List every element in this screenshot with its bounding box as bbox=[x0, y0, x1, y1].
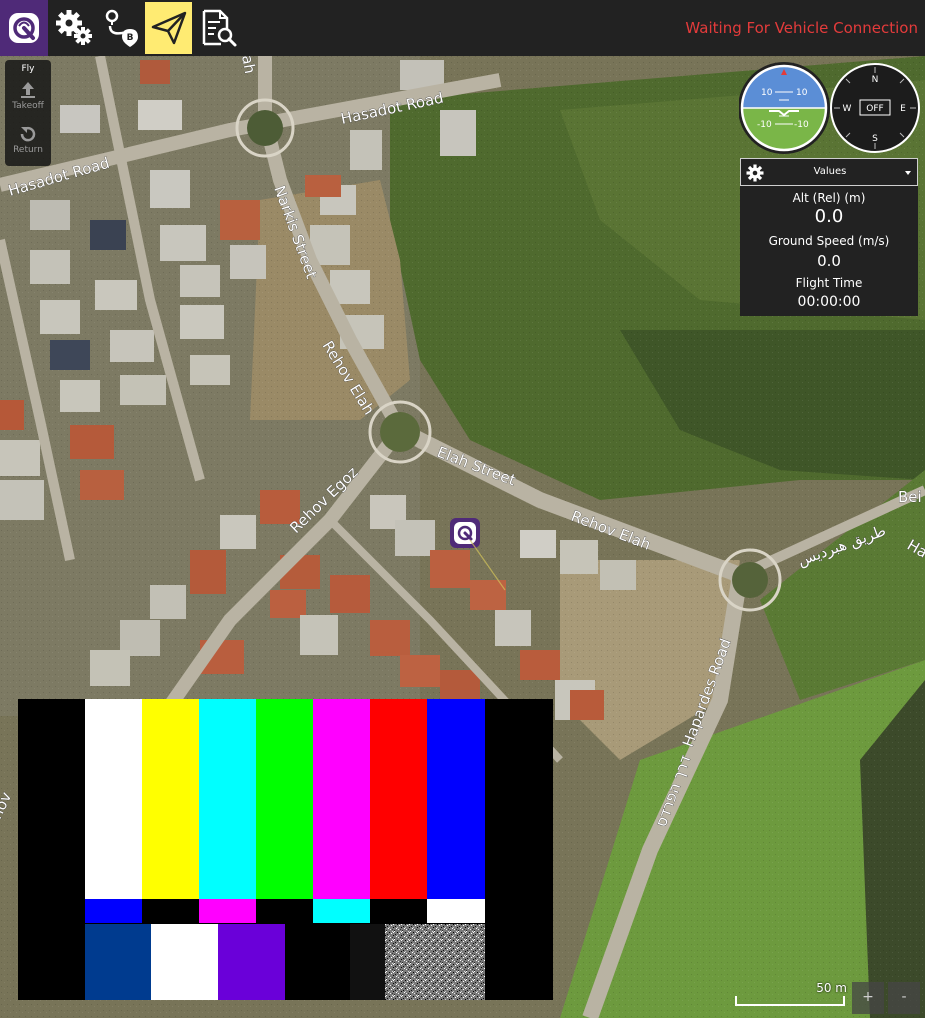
svg-text:B: B bbox=[127, 33, 134, 43]
compass-west: W bbox=[843, 104, 852, 114]
map-scale: 50 m bbox=[735, 980, 847, 1012]
chevron-down-icon[interactable] bbox=[905, 171, 911, 175]
main-toolbar: B Waiting For Vehicle Connection bbox=[0, 0, 925, 56]
return-button[interactable]: Return bbox=[5, 124, 51, 155]
heading-readout: OFF bbox=[866, 104, 883, 114]
fly-tools-title: Fly bbox=[21, 64, 35, 74]
connection-status: Waiting For Vehicle Connection bbox=[685, 19, 918, 37]
analyze-view-button[interactable] bbox=[194, 2, 242, 54]
gears-icon bbox=[56, 10, 92, 45]
takeoff-label: Takeoff bbox=[12, 101, 44, 111]
alt-rel-value: 0.0 bbox=[814, 206, 844, 227]
flight-time-label: Flight Time bbox=[795, 276, 863, 290]
zoom-in-button[interactable]: + bbox=[852, 982, 884, 1014]
zoom-out-button[interactable]: - bbox=[888, 982, 920, 1014]
vehicle-home-marker[interactable] bbox=[450, 518, 480, 548]
compass-north: N bbox=[872, 75, 879, 85]
return-icon bbox=[20, 126, 36, 142]
pitch-mark-up-left: 10 bbox=[761, 88, 773, 98]
compass-east: E bbox=[900, 104, 906, 114]
document-search-icon bbox=[202, 9, 237, 47]
ground-speed-label: Ground Speed (m/s) bbox=[768, 234, 890, 248]
map-label-bei: Bei bbox=[898, 488, 922, 506]
map-label-ah: ah bbox=[238, 56, 259, 75]
fly-tools-panel: Fly Takeoff Return bbox=[5, 60, 51, 166]
roundabout-center-2 bbox=[380, 412, 420, 452]
scale-bar bbox=[735, 996, 845, 1006]
video-stream-test-pattern[interactable] bbox=[18, 699, 553, 1000]
compass-south: S bbox=[872, 134, 878, 144]
color-bars bbox=[18, 699, 553, 1000]
takeoff-button[interactable]: Takeoff bbox=[5, 80, 51, 111]
ground-speed-value: 0.0 bbox=[817, 252, 841, 270]
takeoff-icon bbox=[21, 82, 35, 98]
roundabout-center-1 bbox=[247, 110, 283, 146]
qgc-logo-icon bbox=[9, 13, 39, 43]
roundabout-center-3 bbox=[732, 562, 768, 598]
values-header[interactable]: Values bbox=[740, 158, 918, 186]
scale-label: 50 m bbox=[816, 981, 847, 995]
pitch-mark-up-right: 10 bbox=[796, 88, 808, 98]
alt-rel-label: Alt (Rel) (m) bbox=[792, 191, 866, 205]
paper-plane-icon bbox=[151, 11, 186, 45]
fly-view-button[interactable] bbox=[145, 2, 192, 54]
vehicle-setup-button[interactable] bbox=[50, 2, 98, 54]
values-panel: Values Alt (Rel) (m) 0.0 Ground Speed (m… bbox=[740, 158, 918, 316]
values-title: Values bbox=[813, 166, 847, 177]
pitch-mark-down-right: -10 bbox=[794, 120, 809, 130]
instrument-panel: 10 10 -10 -10 N E S W OFF bbox=[739, 62, 920, 154]
plan-route-icon: B bbox=[105, 9, 138, 47]
return-label: Return bbox=[13, 145, 43, 155]
pitch-mark-down-left: -10 bbox=[757, 120, 772, 130]
qgc-logo-button[interactable] bbox=[0, 0, 48, 56]
flight-time-value: 00:00:00 bbox=[797, 294, 861, 310]
plan-view-button[interactable]: B bbox=[98, 2, 146, 54]
